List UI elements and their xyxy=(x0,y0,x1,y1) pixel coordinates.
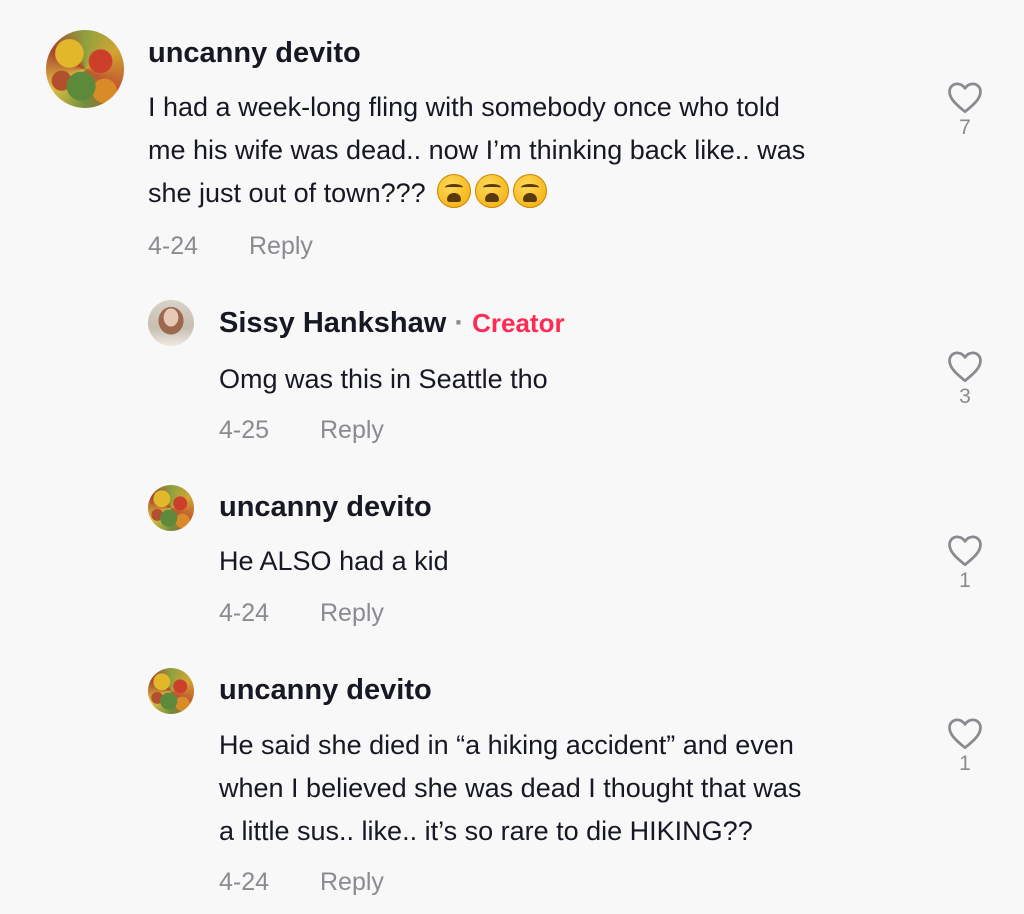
heart-icon xyxy=(948,351,982,383)
weary-face-emoji-icon xyxy=(437,174,472,208)
comment-date: 4-24 xyxy=(219,868,270,896)
weary-face-emoji-icon xyxy=(513,174,548,208)
reply-button[interactable]: Reply xyxy=(320,868,384,896)
reply-username[interactable]: Sissy Hankshaw xyxy=(219,307,446,339)
comment-meta: 4-24 Reply xyxy=(148,232,313,261)
heart-icon xyxy=(948,535,982,567)
like-count: 1 xyxy=(959,569,971,592)
comment-username[interactable]: uncanny devito xyxy=(219,674,432,707)
weary-face-emoji-icon xyxy=(475,174,510,208)
comment-text-line: He said she died in “a hiking accident” … xyxy=(219,730,794,760)
comment-text-line: Omg was this in Seattle tho xyxy=(219,364,548,394)
comment-date: 4-25 xyxy=(219,416,270,444)
comment-text: He said she died in “a hiking accident” … xyxy=(219,724,801,853)
comment-meta: 4-24 Reply xyxy=(219,868,384,897)
avatar[interactable] xyxy=(148,485,194,531)
comment-date: 4-24 xyxy=(148,232,199,260)
comment-meta: 4-25 Reply xyxy=(219,416,384,445)
comment-username[interactable]: uncanny devito xyxy=(148,37,361,70)
comment-text: Omg was this in Seattle tho xyxy=(219,358,548,401)
like-count: 7 xyxy=(959,116,971,139)
comment-date: 4-24 xyxy=(219,599,270,627)
heart-icon xyxy=(948,718,982,750)
like-button[interactable]: 3 xyxy=(944,349,986,409)
comment-text-line: she just out of town??? xyxy=(148,172,805,215)
like-button[interactable]: 1 xyxy=(944,716,986,776)
like-button[interactable]: 7 xyxy=(944,80,986,140)
comment-username: Sissy Hankshaw · Creator xyxy=(219,307,565,340)
comment-text-line: when I believed she was dead I thought t… xyxy=(219,773,802,803)
like-count: 1 xyxy=(959,752,971,775)
reply-button[interactable]: Reply xyxy=(320,416,384,444)
reply-button[interactable]: Reply xyxy=(320,599,384,627)
comment-text: I had a week-long fling with somebody on… xyxy=(148,86,805,215)
creator-badge: Creator xyxy=(472,308,565,338)
comment-text: He ALSO had a kid xyxy=(219,540,449,583)
avatar[interactable] xyxy=(148,300,194,346)
comment-text-line: I had a week-long fling with somebody on… xyxy=(148,92,780,122)
avatar[interactable] xyxy=(46,30,124,108)
reply-button[interactable]: Reply xyxy=(249,232,313,260)
avatar[interactable] xyxy=(148,668,194,714)
comment-meta: 4-24 Reply xyxy=(219,599,384,628)
comment-username[interactable]: uncanny devito xyxy=(219,491,432,524)
comment-text-line-part: she just out of town??? xyxy=(148,178,426,208)
comment-text-line: a little sus.. like.. it’s so rare to di… xyxy=(219,816,753,846)
heart-icon xyxy=(948,82,982,114)
comment-text-line: me his wife was dead.. now I’m thinking … xyxy=(148,135,806,165)
like-button[interactable]: 1 xyxy=(944,533,986,593)
comment-text-line: He ALSO had a kid xyxy=(219,546,449,576)
like-count: 3 xyxy=(959,385,971,408)
creator-separator: · xyxy=(454,307,465,339)
